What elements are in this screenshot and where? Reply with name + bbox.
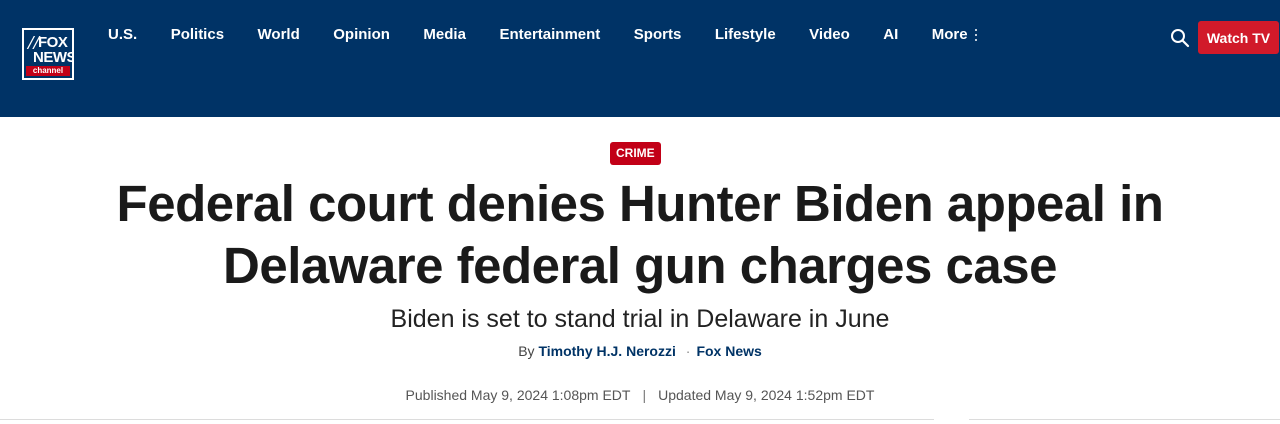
- updated-date: Updated May 9, 2024 1:52pm EDT: [658, 387, 875, 403]
- byline-separator: ·: [685, 343, 691, 359]
- search-icon[interactable]: [1170, 28, 1190, 48]
- article-headline: Federal court denies Hunter Biden appeal…: [116, 175, 1164, 294]
- source-link[interactable]: Fox News: [696, 343, 761, 359]
- category-badge[interactable]: CRIME: [610, 142, 661, 165]
- published-date: Published May 9, 2024 1:08pm EDT: [405, 387, 631, 403]
- article-dates: Published May 9, 2024 1:08pm EDT | Updated…: [0, 385, 1280, 405]
- byline: By Timothy H.J. Nerozzi · Fox News: [0, 341, 1280, 361]
- nav-item-world[interactable]: World: [258, 26, 300, 44]
- kebab-icon: [974, 28, 978, 42]
- byline-prefix: By: [518, 343, 535, 359]
- nav-item-politics[interactable]: Politics: [171, 26, 224, 44]
- divider-right: [969, 419, 1280, 420]
- top-navigation-bar: // FOX NEWS channel U.S. Politics World …: [0, 0, 1280, 117]
- nav-item-ai[interactable]: AI: [883, 26, 898, 44]
- nav-item-more[interactable]: More: [932, 26, 978, 44]
- logo-text-fox: FOX: [38, 34, 68, 51]
- nav-item-lifestyle[interactable]: Lifestyle: [715, 26, 776, 44]
- nav-item-entertainment[interactable]: Entertainment: [499, 26, 600, 44]
- logo-text-news: NEWS: [33, 49, 74, 66]
- divider-left: [0, 419, 934, 420]
- fox-news-logo[interactable]: // FOX NEWS channel: [22, 28, 74, 80]
- nav-item-media[interactable]: Media: [423, 26, 466, 44]
- nav-item-us[interactable]: U.S.: [108, 26, 137, 44]
- author-link[interactable]: Timothy H.J. Nerozzi: [538, 343, 675, 359]
- nav-item-sports[interactable]: Sports: [634, 26, 682, 44]
- nav-item-opinion[interactable]: Opinion: [333, 26, 390, 44]
- article-subhead: Biden is set to stand trial in Delaware …: [390, 305, 890, 333]
- logo-text-channel: channel: [26, 66, 70, 76]
- main-nav: U.S. Politics World Opinion Media Entert…: [108, 26, 1011, 44]
- date-separator: |: [642, 387, 647, 403]
- nav-item-video[interactable]: Video: [809, 26, 850, 44]
- nav-more-label: More: [931, 26, 968, 43]
- watch-tv-button[interactable]: Watch TV: [1198, 21, 1279, 54]
